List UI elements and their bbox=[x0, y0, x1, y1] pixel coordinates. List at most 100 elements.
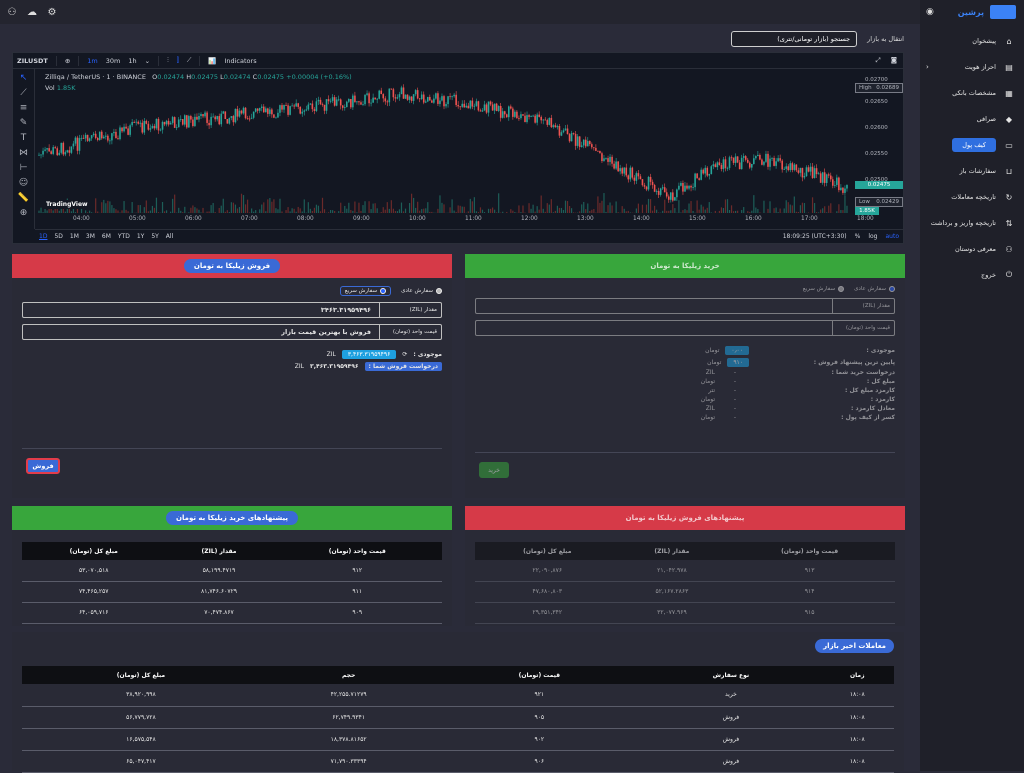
chat-icon[interactable]: ☁ bbox=[26, 6, 38, 18]
table-row[interactable]: ۱۸:۰۸فروش۹۰۵۶۲,۷۴۹.۹۳۴۱۵۶,۷۷۹,۷۲۸ bbox=[22, 706, 894, 728]
user-icon[interactable]: ⚇ bbox=[6, 6, 18, 18]
buy-price-field[interactable]: قیمت واحد (تومان) bbox=[475, 320, 895, 336]
sidebar-item-wallet[interactable]: ▭کیف پول bbox=[920, 132, 1024, 158]
candle-body bbox=[727, 168, 729, 169]
sidebar-item-trade-history[interactable]: ↻تاریخچه معاملات bbox=[920, 184, 1024, 210]
sidebar-item-kyc[interactable]: ▤احراز هویت‹ bbox=[920, 54, 1024, 80]
interval-30m[interactable]: 30m bbox=[106, 57, 121, 65]
time-axis[interactable]: 04:0005:0006:0007:0008:0009:0010:0011:00… bbox=[35, 213, 855, 227]
chevron-down-icon[interactable]: ⌄ bbox=[145, 57, 150, 65]
cursor-icon[interactable]: ↖ bbox=[20, 73, 28, 83]
text-icon[interactable]: T bbox=[21, 133, 27, 143]
buy-order-fast[interactable]: سفارش سریع bbox=[803, 286, 844, 292]
candle-body bbox=[85, 135, 87, 139]
sidebar-item-exchange[interactable]: ◆صرافی bbox=[920, 106, 1024, 132]
sidebar-item-transfers[interactable]: ⇅تاریخچه واریز و برداشت bbox=[920, 210, 1024, 236]
table-row[interactable]: ۱۸:۰۸فروش۹۰۲۱۸,۳۷۸.۸۱۶۵۲۱۶,۵۷۵,۵۴۸ bbox=[22, 728, 894, 750]
brush-icon[interactable]: ✎ bbox=[20, 118, 28, 128]
table-row[interactable]: ۱۸:۰۸خرید۹۲۱۴۲,۲۵۵.۷۱۲۷۹۳۸,۹۲۰,۹۹۸ bbox=[22, 684, 894, 706]
sell-price-field[interactable]: قیمت واحد (تومان) فروش با بهترین قیمت با… bbox=[22, 324, 442, 340]
interval-1h[interactable]: 1h bbox=[128, 57, 136, 65]
candle-body bbox=[789, 163, 791, 170]
bar-style-icon[interactable]: ⫶ bbox=[167, 56, 169, 65]
price-chart[interactable]: ZILUSDT ⊕ 1m 30m 1h ⌄ ⫶ ⫿ ⟋ 📊 Indicators… bbox=[12, 52, 904, 244]
candle-body bbox=[735, 156, 737, 162]
buy-amount-field[interactable]: مقدار (ZIL) bbox=[475, 298, 895, 314]
volume-bar bbox=[452, 199, 453, 213]
chart-clock[interactable]: 18:09:25 (UTC+3:30) bbox=[783, 233, 847, 240]
buy-order-normal[interactable]: سفارش عادی bbox=[854, 286, 895, 292]
buy-amount-input[interactable] bbox=[476, 299, 832, 313]
range-5y[interactable]: 5Y bbox=[151, 233, 158, 240]
table-row[interactable]: ۹۱۴۵۲,۱۶۷.۲۸۶۳۴۷,۶۸۰,۸۰۳ bbox=[475, 581, 895, 602]
sell-balance[interactable]: ۳,۴۶۳.۳۱۹۵۹۴۹۶ bbox=[342, 350, 397, 359]
fullscreen-icon[interactable]: ⤢ bbox=[875, 56, 880, 65]
range-6m[interactable]: 6M bbox=[102, 233, 111, 240]
range-ytd[interactable]: YTD bbox=[118, 233, 130, 240]
indicators-button[interactable]: Indicators bbox=[224, 57, 256, 65]
candle-body bbox=[753, 158, 755, 164]
range-3m[interactable]: 3M bbox=[86, 233, 95, 240]
measure-icon[interactable]: ⊢ bbox=[20, 163, 28, 173]
chart-plot-area[interactable]: Zilliqa / TetherUS · 1 · BINANCE O0.0247… bbox=[35, 69, 855, 213]
sidebar-item-open-orders[interactable]: ⊔سفارشات باز bbox=[920, 158, 1024, 184]
sell-price-input[interactable]: فروش با بهترین قیمت بازار bbox=[23, 325, 379, 339]
volume-bar bbox=[786, 200, 787, 213]
candle-body bbox=[512, 109, 514, 117]
range-1m[interactable]: 1M bbox=[70, 233, 79, 240]
percent-toggle[interactable]: % bbox=[855, 233, 861, 240]
ruler-icon[interactable]: 📏 bbox=[18, 193, 29, 203]
pattern-icon[interactable]: ⋈ bbox=[19, 148, 28, 158]
volume-bar bbox=[340, 203, 341, 213]
range-all[interactable]: All bbox=[166, 233, 173, 240]
candle-body bbox=[273, 114, 275, 117]
range-1d[interactable]: 1D bbox=[39, 233, 47, 240]
add-symbol-icon[interactable]: ⊕ bbox=[65, 57, 70, 65]
candle-body bbox=[542, 120, 544, 121]
candle-body bbox=[470, 101, 472, 109]
sell-panel-title: فروش زیلیکا به تومان bbox=[184, 259, 280, 273]
sidebar-item-referral[interactable]: ⚇معرفی دوستان bbox=[920, 236, 1024, 262]
volume-bar bbox=[607, 205, 608, 213]
logo[interactable]: پرشین ◉ bbox=[920, 0, 1024, 24]
auto-toggle[interactable]: auto bbox=[885, 233, 899, 240]
symbol-selector[interactable]: ZILUSDT bbox=[17, 57, 48, 65]
table-row[interactable]: ۹۱۲۵۸,۱۹۹.۴۷۱۹۵۳,۰۷۰,۵۱۸ bbox=[22, 560, 442, 581]
table-row[interactable]: ۹۰۹۷۰,۴۷۴.۸۶۷۶۴,۰۵۹,۷۱۶ bbox=[22, 602, 442, 623]
market-search-input[interactable] bbox=[731, 31, 857, 47]
buy-button[interactable]: خرید bbox=[479, 462, 509, 478]
eye-icon[interactable]: ◉ bbox=[926, 7, 934, 17]
zoom-icon[interactable]: ⊕ bbox=[20, 208, 28, 218]
camera-icon[interactable]: ◙ bbox=[891, 56, 897, 65]
settings-icon[interactable]: ⚙ bbox=[46, 6, 58, 18]
table-row[interactable]: ۹۱۵۳۲,۰۷۷.۹۶۹۲۹,۳۵۱,۳۴۲ bbox=[475, 602, 895, 623]
trendline-icon[interactable]: ⟋ bbox=[20, 88, 26, 98]
candle-body bbox=[166, 121, 168, 124]
sidebar-item-logout[interactable]: ⏻خروج bbox=[920, 262, 1024, 288]
sell-button[interactable]: فروش bbox=[26, 458, 60, 474]
volume-bar bbox=[725, 199, 726, 213]
table-row[interactable]: ۱۸:۰۸فروش۹۰۶۷۱,۷۹۰.۳۳۳۹۴۶۵,۰۴۷,۴۱۷ bbox=[22, 750, 894, 772]
table-row[interactable]: ۹۱۳۲۱,۰۴۲.۹۷۸۲۲,۰۹۰,۸۷۶ bbox=[475, 560, 895, 581]
sell-amount-input[interactable]: ۳۴۶۳.۳۱۹۵۹۴۹۶ bbox=[23, 303, 379, 317]
price-axis[interactable]: 0.02700 0.02650 0.02600 0.02550 0.02500 … bbox=[855, 69, 903, 213]
refresh-icon[interactable]: ⟳ bbox=[402, 351, 407, 358]
indicators-icon[interactable]: 📊 bbox=[208, 57, 216, 65]
candle-style-icon[interactable]: ⫿ bbox=[177, 56, 179, 65]
range-1y[interactable]: 1Y bbox=[137, 233, 144, 240]
line-style-icon[interactable]: ⟋ bbox=[187, 56, 192, 65]
tradingview-logo[interactable]: TradingView bbox=[43, 200, 91, 209]
candle-body bbox=[739, 162, 741, 169]
log-toggle[interactable]: log bbox=[868, 233, 877, 240]
buy-price-input[interactable] bbox=[476, 321, 832, 335]
sidebar-item-dashboard[interactable]: ⌂پیشخوان bbox=[920, 28, 1024, 54]
table-row[interactable]: ۹۱۱۸۱,۷۴۶.۶۰۷۲۹۷۴,۴۶۵,۲۵۷ bbox=[22, 581, 442, 602]
sell-amount-field[interactable]: مقدار (ZIL) ۳۴۶۳.۳۱۹۵۹۴۹۶ bbox=[22, 302, 442, 318]
sell-order-fast[interactable]: سفارش سریع bbox=[340, 286, 391, 296]
sidebar-item-bank[interactable]: ▦مشخصات بانکی bbox=[920, 80, 1024, 106]
range-5d[interactable]: 5D bbox=[54, 233, 62, 240]
fib-icon[interactable]: ≡ bbox=[20, 103, 28, 113]
emoji-icon[interactable]: ☺ bbox=[19, 178, 28, 188]
interval-1m[interactable]: 1m bbox=[87, 57, 97, 65]
sell-order-normal[interactable]: سفارش عادی bbox=[401, 288, 442, 294]
